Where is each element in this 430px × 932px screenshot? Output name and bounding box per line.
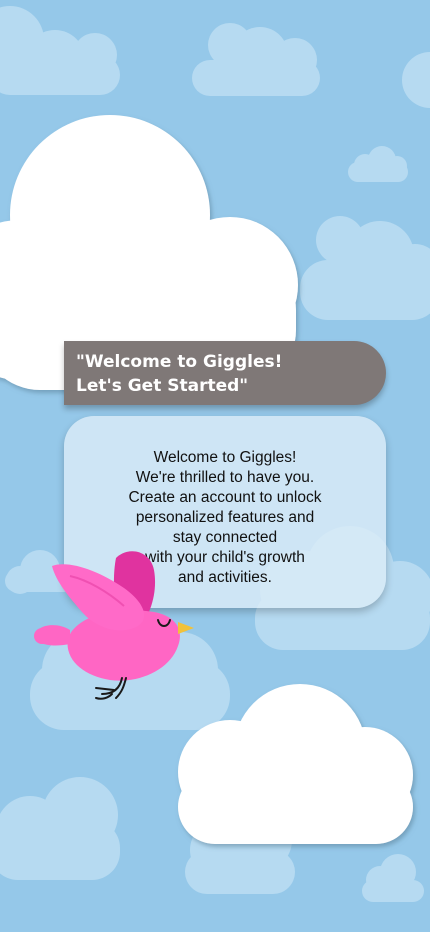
welcome-title-line1: "Welcome to Giggles! bbox=[76, 352, 283, 372]
message-line: Create an account to unlock bbox=[128, 489, 322, 506]
message-line: stay connected bbox=[172, 529, 278, 546]
message-line: personalized features and bbox=[135, 509, 315, 526]
message-line: Welcome to Giggles! bbox=[153, 449, 297, 466]
pink-bird-icon bbox=[34, 551, 194, 700]
welcome-title-banner: "Welcome to Giggles! Let's Get Started" bbox=[64, 341, 386, 405]
welcome-title-line2: Let's Get Started" bbox=[76, 376, 249, 396]
message-line: We're thrilled to have you. bbox=[135, 469, 315, 486]
